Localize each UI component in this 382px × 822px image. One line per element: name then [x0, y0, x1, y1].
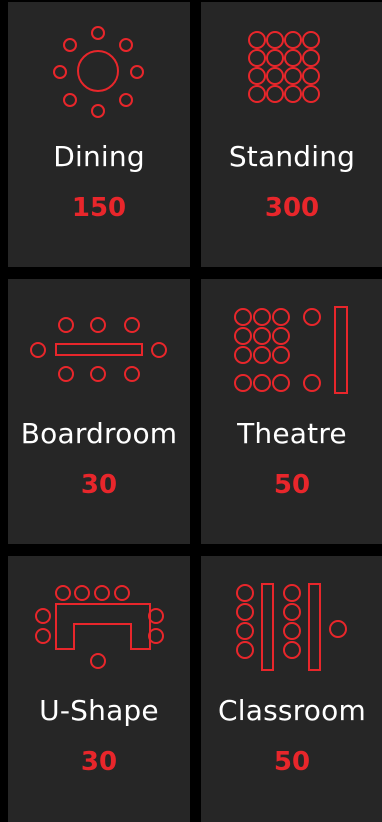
classroom-layout-icon	[236, 583, 347, 671]
layout-card-classroom[interactable]: Classroom 50	[201, 556, 382, 822]
layout-capacity: 30	[80, 747, 118, 777]
layout-card-theatre[interactable]: Theatre 50	[201, 279, 382, 544]
dining-layout-icon	[53, 26, 144, 118]
boardroom-layout-icon	[30, 317, 167, 382]
layout-name: Theatre	[237, 417, 347, 450]
layout-card-dining[interactable]: Dining 150	[8, 2, 190, 267]
layout-capacity: 30	[80, 470, 118, 500]
theatre-layout-icon	[234, 306, 348, 394]
standing-layout-icon	[248, 31, 320, 103]
layout-capacity: 50	[273, 747, 311, 777]
layout-capacity: 150	[71, 193, 127, 223]
layout-name: U-Shape	[39, 694, 159, 727]
layout-card-standing[interactable]: Standing 300	[201, 2, 382, 267]
layout-card-boardroom[interactable]: Boardroom 30	[8, 279, 190, 544]
seating-layout-grid: Dining 150 Standing 300 Boardroom 30 The…	[0, 0, 382, 822]
layout-capacity: 50	[273, 470, 311, 500]
u-shape-layout-icon	[35, 585, 164, 669]
layout-name: Classroom	[218, 694, 366, 727]
layout-name: Dining	[53, 140, 145, 173]
layout-name: Standing	[228, 140, 356, 173]
layout-name: Boardroom	[20, 417, 178, 450]
layout-capacity: 300	[264, 193, 320, 223]
layout-card-u-shape[interactable]: U-Shape 30	[8, 556, 190, 822]
